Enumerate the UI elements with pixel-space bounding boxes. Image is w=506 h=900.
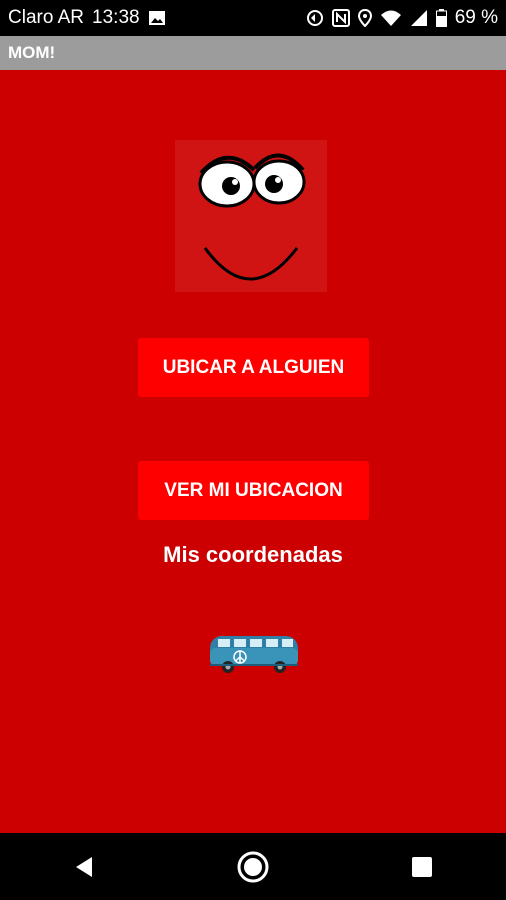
location-icon	[357, 9, 372, 27]
locate-someone-button[interactable]: UBICAR A ALGUIEN	[138, 338, 369, 397]
hippie-van-image	[206, 628, 302, 676]
app-title: MOM!	[8, 43, 56, 62]
wifi-icon	[380, 9, 402, 27]
clock: 13:38	[92, 7, 140, 28]
app-title-bar: MOM!	[0, 36, 506, 70]
navigation-bar	[0, 833, 506, 900]
cartoon-face-logo	[175, 140, 327, 292]
battery-icon	[435, 9, 447, 27]
main-screen: UBICAR A ALGUIEN VER MI UBICACION Mis co…	[0, 70, 506, 833]
battery-level: 69 %	[454, 7, 498, 28]
carrier-label: Claro AR	[8, 7, 85, 28]
recents-icon[interactable]	[392, 837, 452, 897]
signal-icon	[410, 9, 428, 27]
home-icon[interactable]	[223, 837, 283, 897]
status-bar: Claro AR 13:38 69 %	[0, 0, 506, 36]
image-icon	[148, 10, 166, 26]
sync-icon	[306, 9, 324, 27]
view-my-location-button[interactable]: VER MI UBICACION	[138, 461, 369, 520]
back-icon[interactable]	[54, 837, 114, 897]
nfc-icon	[331, 9, 350, 27]
my-coordinates-label: Mis coordenadas	[163, 542, 343, 567]
